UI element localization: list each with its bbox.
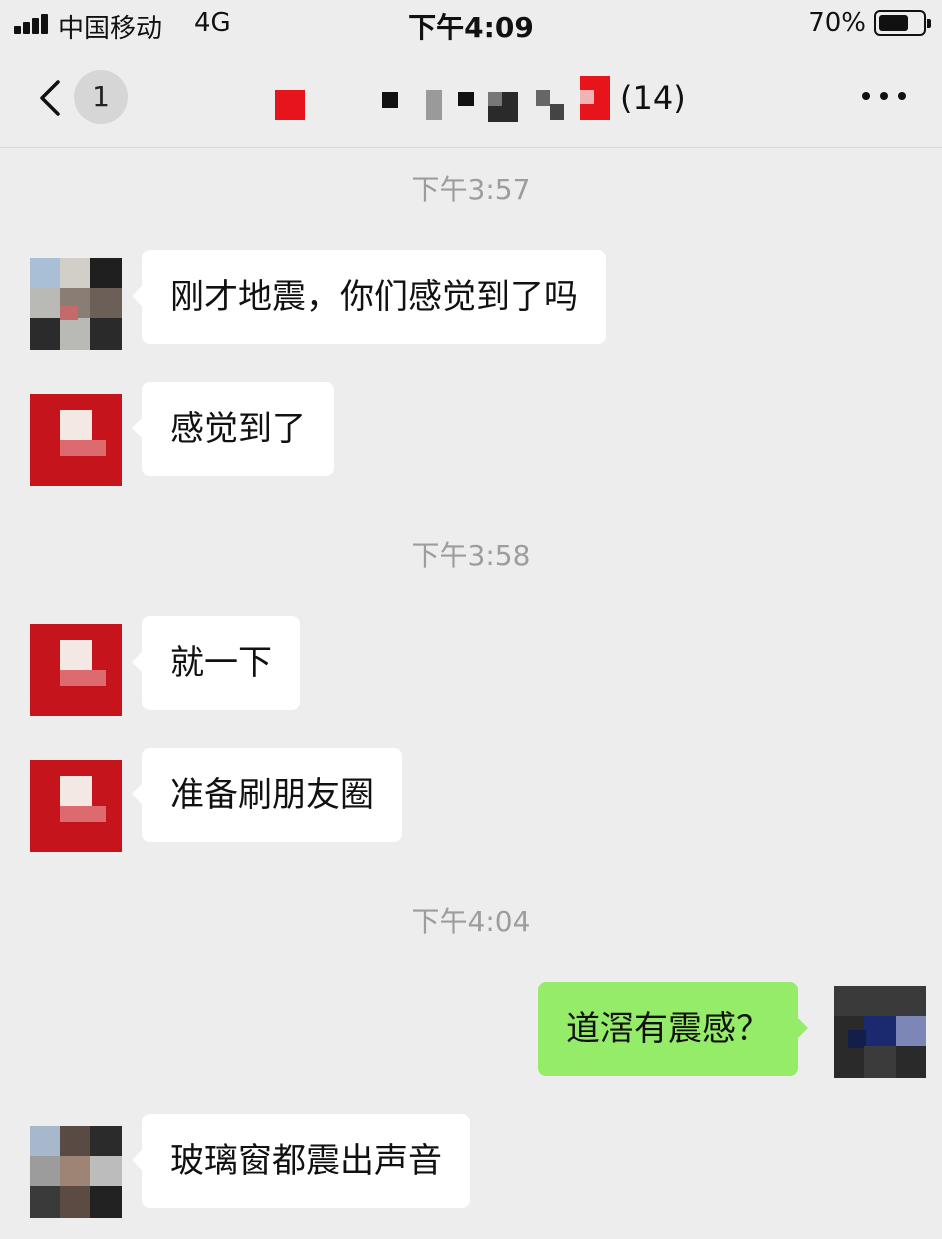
incoming-message-bubble[interactable]: 感觉到了	[132, 382, 334, 476]
outgoing-message-bubble[interactable]: 道滘有震感？	[538, 982, 808, 1076]
my-avatar[interactable]	[834, 986, 926, 1078]
battery-level	[879, 15, 908, 31]
message-timestamp: 下午3:57	[411, 173, 531, 206]
sender-avatar[interactable]	[30, 394, 122, 486]
chat-screen: 中国移动 4G 下午4:09 70% 1 (14) 下午3:57 刚才地震，你们…	[0, 0, 942, 1239]
sender-avatar[interactable]	[30, 624, 122, 716]
chat-title: (14)	[270, 76, 710, 126]
status-time: 下午4:09	[408, 11, 534, 44]
message-timestamp: 下午4:04	[411, 905, 531, 938]
chat-header: 1 (14)	[0, 48, 942, 148]
group-member-count: (14)	[620, 79, 686, 117]
incoming-message-bubble[interactable]: 玻璃窗都震出声音	[132, 1114, 470, 1208]
sender-avatar[interactable]	[30, 1126, 122, 1218]
more-dots-icon[interactable]	[862, 88, 906, 104]
battery-percent: 70%	[808, 8, 866, 38]
incoming-message-bubble[interactable]: 刚才地震，你们感觉到了吗	[132, 250, 606, 344]
incoming-message-bubble[interactable]: 准备刷朋友圈	[132, 748, 402, 842]
battery-icon	[874, 10, 931, 36]
status-bar: 中国移动 4G 下午4:09 70%	[0, 0, 942, 48]
unread-count-badge[interactable]: 1	[74, 70, 128, 124]
chevron-left-icon[interactable]	[36, 80, 64, 116]
sender-avatar[interactable]	[30, 760, 122, 852]
sender-avatar[interactable]	[30, 258, 122, 350]
incoming-message-bubble[interactable]: 就一下	[132, 616, 300, 710]
message-timestamp: 下午3:58	[411, 539, 531, 572]
